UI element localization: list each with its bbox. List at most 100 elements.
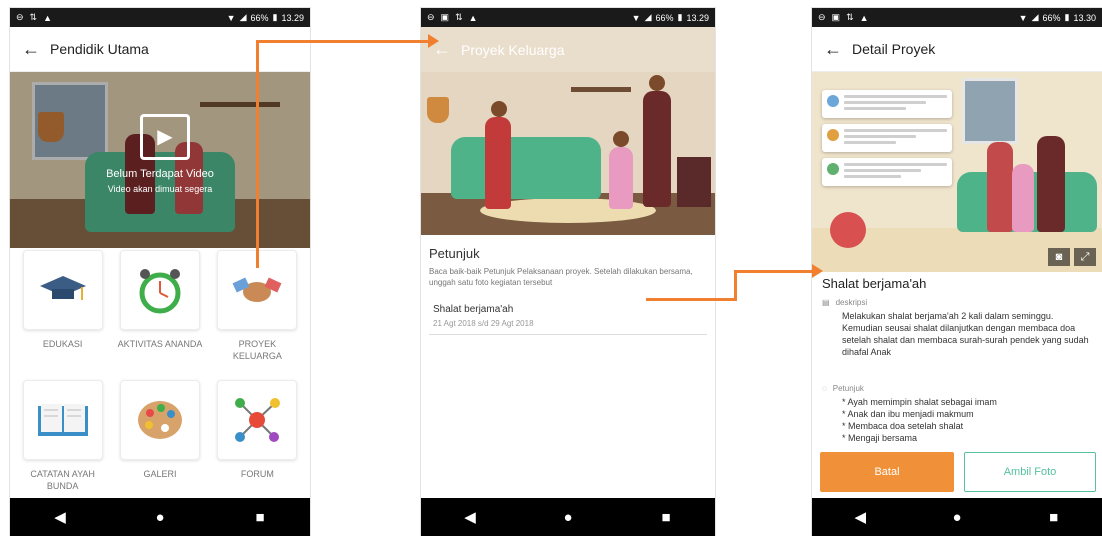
graduation-cap-icon	[39, 276, 86, 300]
video-empty-title: Belum Terdapat Video	[106, 168, 214, 180]
video-empty-subtitle: Video akan dimuat segera	[107, 184, 213, 194]
wifi-icon: ▼	[631, 12, 641, 23]
wifi-icon: ▼	[226, 12, 236, 23]
arrow-head-icon	[812, 264, 823, 278]
nav-recents-icon[interactable]: ■	[240, 509, 280, 526]
list-item: * Anak dan ibu menjadi makmum	[842, 409, 974, 419]
nav-home-icon[interactable]: ●	[140, 509, 180, 526]
list-item-activity[interactable]: Shalat berjama'ah 21 Agt 2018 s/d 29 Agt…	[429, 300, 707, 335]
sync-icon: ⇅	[846, 12, 854, 22]
lamp-icon	[427, 97, 449, 123]
menu-grid: EDUKASI AKTIVITAS ANANDA PROYEK KELUARGA	[20, 250, 300, 504]
image-icon: ▣	[440, 12, 450, 22]
tile-proyek-keluarga[interactable]: PROYEK KELUARGA	[215, 250, 300, 374]
status-bar: ⊖ ⇅ ▲ ▼ ◢ 66% ▮ 13.29	[10, 8, 310, 27]
petunjuk-label: Petunjuk	[832, 384, 864, 393]
list-item: * Mengaji bersama	[842, 433, 918, 443]
back-arrow-icon[interactable]: ←	[824, 39, 852, 60]
deskripsi-text: Melakukan shalat berjama'ah 2 kali dalam…	[842, 311, 1089, 357]
video-camera-icon: ▶	[140, 114, 190, 160]
tile-aktivitas-ananda[interactable]: AKTIVITAS ANANDA	[117, 250, 202, 374]
wifi-icon: ▼	[1018, 12, 1028, 23]
network-icon	[235, 398, 281, 442]
petunjuk-list: * Ayah memimpin shalat sebagai imam * An…	[822, 396, 1092, 444]
tile-catatan-ayah-bunda[interactable]: CATATAN AYAH BUNDA	[20, 380, 105, 504]
clock: 13.29	[281, 12, 304, 23]
nav-home-icon[interactable]: ●	[548, 509, 588, 526]
notification-card	[822, 124, 952, 152]
notification-card	[822, 90, 952, 118]
app-bar: ← Proyek Keluarga	[421, 27, 715, 72]
app-bar: ← Detail Proyek	[812, 27, 1102, 72]
warning-icon: ▲	[468, 12, 478, 23]
nav-back-icon[interactable]: ◀	[40, 508, 80, 526]
deskripsi-label: deskripsi	[835, 298, 868, 307]
tile-galeri[interactable]: GALERI	[117, 380, 202, 504]
minus-circle-icon: ⊖	[16, 12, 24, 22]
clock: 13.29	[686, 12, 709, 23]
activity-name: Shalat berjama'ah	[433, 304, 514, 315]
clock: 13.30	[1073, 12, 1096, 23]
document-icon: ▤	[822, 298, 830, 307]
petunjuk-heading: Petunjuk	[429, 246, 480, 261]
photo-controls: ◙ ⤢	[1048, 248, 1096, 266]
back-arrow-icon[interactable]: ←	[22, 39, 50, 60]
tile-forum[interactable]: FORUM	[215, 380, 300, 504]
scene-mother-vacuuming	[485, 117, 511, 209]
scene-cabinet	[677, 157, 711, 207]
status-bar: ⊖ ▣ ⇅ ▲ ▼ ◢ 66% ▮ 13.30	[812, 8, 1102, 27]
activity-date: 21 Agt 2018 s/d 29 Agt 2018	[433, 319, 534, 328]
battery-percent: 66%	[250, 12, 269, 23]
nav-back-icon[interactable]: ◀	[840, 508, 880, 526]
scene-father	[643, 91, 671, 207]
android-nav-bar: ◀ ● ■	[421, 498, 715, 536]
nav-recents-icon[interactable]: ■	[1034, 509, 1074, 526]
warning-icon: ▲	[43, 12, 53, 23]
fullscreen-icon[interactable]: ⤢	[1074, 248, 1096, 266]
teddy-bear-icon	[830, 212, 866, 248]
android-nav-bar: ◀ ● ■	[10, 498, 310, 536]
scene-sofa	[451, 137, 601, 199]
status-bar: ⊖ ▣ ⇅ ▲ ▼ ◢ 66% ▮ 13.29	[421, 8, 715, 27]
page-title: Proyek Keluarga	[461, 41, 565, 58]
video-overlay	[10, 72, 310, 248]
signal-icon: ◢	[644, 12, 652, 22]
scene-father	[1037, 136, 1065, 232]
arrow-head-icon	[428, 34, 439, 48]
scene-shelf	[571, 87, 631, 92]
page-title: Detail Proyek	[852, 41, 936, 57]
sync-icon: ⇅	[455, 12, 463, 22]
petunjuk-section: Petunjuk Baca baik-baik Petunjuk Pelaksa…	[429, 246, 707, 335]
screen-detail-proyek: ⊖ ▣ ⇅ ▲ ▼ ◢ 66% ▮ 13.30 ← Detail Proyek ◙ ⤢ Sha…	[812, 8, 1102, 536]
scene-window	[962, 78, 1018, 144]
cancel-button[interactable]: Batal	[820, 452, 954, 492]
video-banner[interactable]: ▶ Belum Terdapat Video Video akan dimuat…	[10, 72, 310, 248]
battery-percent: 66%	[655, 12, 674, 23]
minus-circle-icon: ⊖	[818, 12, 826, 22]
scene-child	[1012, 164, 1034, 232]
notification-card	[822, 158, 952, 186]
nav-back-icon[interactable]: ◀	[450, 508, 490, 526]
minus-circle-icon: ⊖	[427, 12, 435, 22]
app-bar: ← Pendidik Utama	[10, 27, 310, 72]
take-photo-button[interactable]: Ambil Foto	[964, 452, 1096, 492]
signal-icon: ◢	[1031, 12, 1039, 22]
list-item: * Ayah memimpin shalat sebagai imam	[842, 397, 997, 407]
nav-home-icon[interactable]: ●	[937, 509, 977, 526]
battery-icon: ▮	[1064, 12, 1070, 22]
android-nav-bar: ◀ ● ■	[812, 498, 1102, 536]
project-name: Shalat berjama'ah	[822, 276, 927, 291]
tile-edukasi[interactable]: EDUKASI	[20, 250, 105, 374]
battery-icon: ▮	[272, 12, 278, 22]
scene-child	[609, 147, 633, 209]
scene-mother	[987, 142, 1013, 232]
project-photo[interactable]: ◙ ⤢	[812, 72, 1102, 272]
nav-recents-icon[interactable]: ■	[646, 509, 686, 526]
lightbulb-icon: ◌	[822, 384, 827, 393]
project-illustration: ← Proyek Keluarga	[421, 27, 715, 235]
image-icon: ▣	[831, 12, 841, 22]
screen-pendidik-utama: ⊖ ⇅ ▲ ▼ ◢ 66% ▮ 13.29 ← Pendidik Utama ▶ Belum…	[10, 8, 310, 536]
petunjuk-section: ◌ Petunjuk * Ayah memimpin shalat sebagai…	[822, 384, 1092, 444]
warning-icon: ▲	[859, 12, 869, 23]
camera-icon[interactable]: ◙	[1048, 248, 1070, 266]
